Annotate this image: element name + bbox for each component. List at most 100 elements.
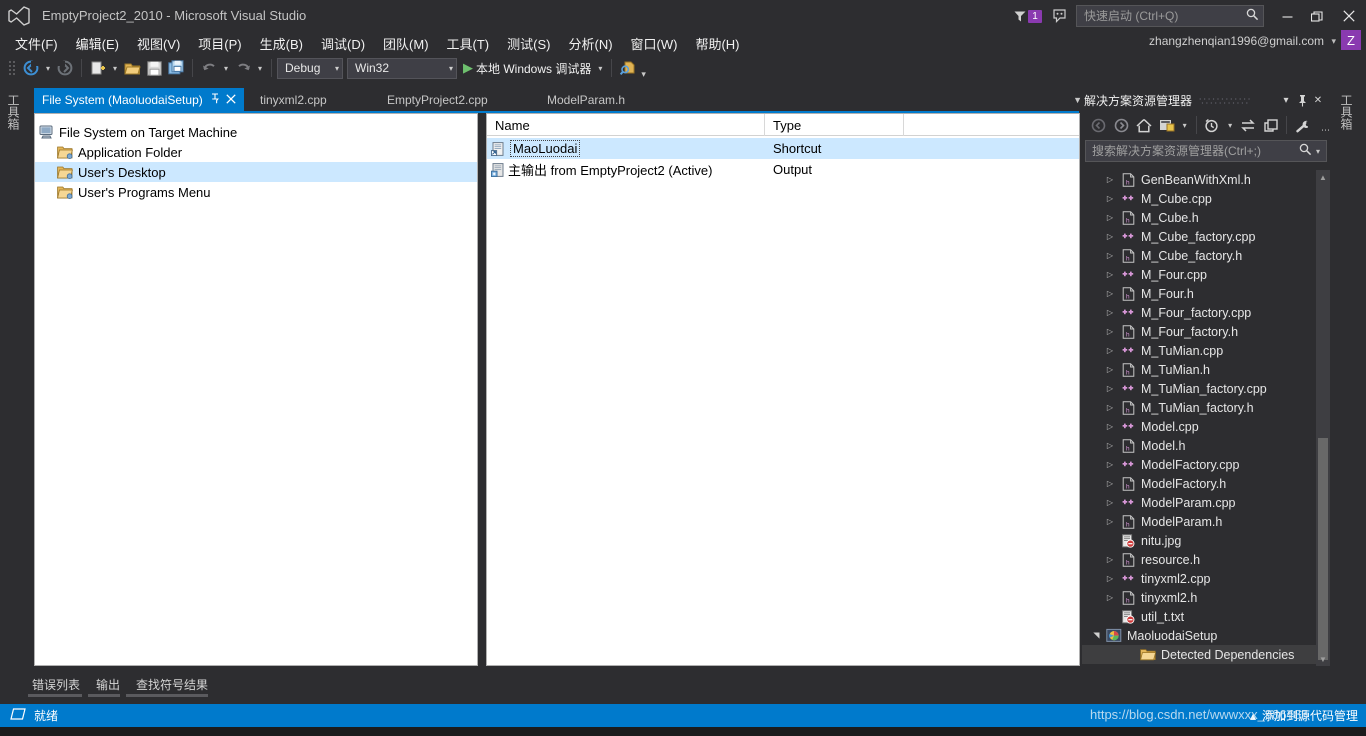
solution-explorer-item[interactable]: ▷ h tinyxml2.h [1082, 588, 1316, 607]
toolbar-grip[interactable] [8, 60, 17, 76]
panel-close-icon[interactable]: ✕ [1310, 91, 1326, 109]
toolbox-side-tab-right[interactable]: 工具箱 [1337, 90, 1356, 134]
solution-explorer-item[interactable]: ◢ MaoluodaiSetup [1082, 626, 1316, 645]
menu-item-8[interactable]: 工具(T) [438, 32, 499, 55]
document-tab-2[interactable]: tinyxml2.cpp [252, 88, 335, 112]
menu-item-10[interactable]: 分析(N) [559, 32, 621, 55]
save-icon[interactable] [143, 57, 165, 79]
chevron-right-icon[interactable]: ▷ [1102, 593, 1118, 602]
search-options-caret-icon[interactable]: ▾ [1312, 140, 1324, 162]
navigate-forward-icon[interactable] [54, 57, 76, 79]
solution-explorer-item[interactable]: ▷ M_Cube_factory.cpp [1082, 227, 1316, 246]
solution-explorer-item[interactable]: ▷ M_TuMian.cpp [1082, 341, 1316, 360]
chevron-right-icon[interactable]: ▷ [1102, 289, 1118, 298]
solution-explorer-item[interactable]: ▷ h M_Four.h [1082, 284, 1316, 303]
chevron-down-icon[interactable]: ▾ [441, 64, 453, 73]
menu-item-4[interactable]: 项目(P) [189, 32, 250, 55]
start-debugging-label[interactable]: 本地 Windows 调试器 [476, 60, 594, 77]
chevron-right-icon[interactable]: ▷ [1102, 460, 1118, 469]
panel-pin-icon[interactable] [1294, 91, 1310, 109]
chevron-right-icon[interactable]: ▷ [1102, 422, 1118, 431]
document-tab-1[interactable]: File System (MaoluodaiSetup) [34, 88, 244, 112]
start-debugging-dropdown[interactable]: ▾ [594, 57, 606, 79]
pending-changes-icon[interactable] [1202, 115, 1224, 135]
solution-explorer-item[interactable]: ▷ h GenBeanWithXml.h [1082, 170, 1316, 189]
scrollbar-thumb[interactable] [1318, 438, 1328, 660]
quick-launch-input[interactable] [1084, 9, 1246, 23]
chevron-right-icon[interactable]: ▷ [1102, 308, 1118, 317]
avatar[interactable]: Z [1341, 30, 1361, 50]
quick-launch-box[interactable] [1076, 5, 1264, 27]
chevron-right-icon[interactable]: ▷ [1102, 365, 1118, 374]
document-tab-4[interactable]: ModelParam.h [539, 88, 633, 112]
wrench-properties-icon[interactable] [1292, 115, 1314, 135]
chevron-right-icon[interactable]: ▷ [1102, 403, 1118, 412]
scroll-up-arrow-icon[interactable]: ▲ [1316, 170, 1330, 184]
file-system-tree-item[interactable]: User's Desktop [35, 162, 477, 182]
file-list-row[interactable]: MaoLuodai Shortcut [487, 138, 1079, 159]
navigate-back-dropdown[interactable]: ▾ [42, 57, 54, 79]
undo-dropdown[interactable]: ▾ [220, 57, 232, 79]
new-project-dropdown[interactable]: ▾ [109, 57, 121, 79]
properties-window-icon[interactable] [1156, 115, 1178, 135]
toolbar-overflow-icon[interactable]: ▾ [641, 69, 646, 82]
menu-item-7[interactable]: 团队(M) [374, 32, 438, 55]
chevron-right-icon[interactable]: ▷ [1102, 327, 1118, 336]
chevron-right-icon[interactable]: ▷ [1102, 346, 1118, 355]
solution-explorer-item[interactable]: ▷ h M_Cube_factory.h [1082, 246, 1316, 265]
solution-configuration-combo[interactable]: Debug ▾ [277, 57, 343, 79]
file-system-tree-item[interactable]: User's Programs Menu [35, 182, 477, 202]
tab-pin-icon[interactable] [210, 93, 220, 107]
chevron-right-icon[interactable]: ▷ [1102, 479, 1118, 488]
play-icon[interactable]: ▶ [461, 60, 476, 76]
solution-explorer-item[interactable]: ▷ ModelFactory.cpp [1082, 455, 1316, 474]
solution-explorer-item[interactable]: util_t.txt [1082, 607, 1316, 626]
solution-explorer-item[interactable]: ▷ M_TuMian_factory.cpp [1082, 379, 1316, 398]
back-icon[interactable] [1088, 115, 1110, 135]
bottom-tab-3[interactable]: 查找符号结果 [128, 676, 216, 696]
minimize-button[interactable] [1272, 0, 1302, 32]
solution-explorer-item[interactable]: ▷ h M_Four_factory.h [1082, 322, 1316, 341]
chevron-right-icon[interactable]: ▷ [1102, 498, 1118, 507]
solution-explorer-item[interactable]: ▷ h resource.h [1082, 550, 1316, 569]
file-system-tree-item[interactable]: File System on Target Machine [35, 122, 477, 142]
open-file-icon[interactable] [121, 57, 143, 79]
chevron-down-icon[interactable]: ▾ [327, 64, 339, 73]
menu-item-6[interactable]: 调试(D) [312, 32, 374, 55]
panel-menu-chevron-down-icon[interactable]: ▾ [1278, 91, 1294, 109]
menu-item-9[interactable]: 测试(S) [498, 32, 559, 55]
chevron-right-icon[interactable]: ▷ [1102, 194, 1118, 203]
chevron-right-icon[interactable]: ▷ [1102, 232, 1118, 241]
chevron-right-icon[interactable]: ▷ [1102, 384, 1118, 393]
account-caret-icon[interactable]: ▾ [1331, 36, 1336, 47]
solution-explorer-item[interactable]: ▷ M_Cube.cpp [1082, 189, 1316, 208]
solution-explorer-item[interactable]: Detected Dependencies [1082, 645, 1316, 664]
chevron-right-icon[interactable]: ▷ [1102, 555, 1118, 564]
restore-button[interactable] [1302, 0, 1332, 32]
find-in-files-icon[interactable] [617, 57, 639, 79]
feedback-smiley-icon[interactable] [1046, 3, 1076, 29]
solution-explorer-search-box[interactable]: ▾ [1085, 140, 1327, 162]
redo-icon[interactable] [232, 57, 254, 79]
tab-close-icon[interactable] [226, 93, 236, 107]
new-project-icon[interactable] [87, 57, 109, 79]
solution-explorer-item[interactable]: ▷ h ModelParam.h [1082, 512, 1316, 531]
home-icon[interactable] [1133, 115, 1155, 135]
chevron-right-icon[interactable]: ▷ [1102, 175, 1118, 184]
menu-item-1[interactable]: 文件(F) [6, 32, 67, 55]
solution-explorer-item[interactable]: ▷ h M_TuMian_factory.h [1082, 398, 1316, 417]
solution-explorer-item[interactable]: ▷ M_Four.cpp [1082, 265, 1316, 284]
solution-explorer-item[interactable]: ▷ h Model.h [1082, 436, 1316, 455]
solution-explorer-item[interactable]: ▷ h M_Cube.h [1082, 208, 1316, 227]
pending-changes-dropdown-icon[interactable]: ▾ [1224, 114, 1236, 136]
chevron-expanded-icon[interactable]: ◢ [1092, 628, 1101, 644]
chevron-right-icon[interactable]: ▷ [1102, 441, 1118, 450]
close-button[interactable] [1332, 0, 1366, 32]
menu-item-5[interactable]: 生成(B) [251, 32, 312, 55]
save-all-icon[interactable] [165, 57, 187, 79]
chevron-right-icon[interactable]: ▷ [1102, 270, 1118, 279]
solution-explorer-item[interactable]: ▷ M_Four_factory.cpp [1082, 303, 1316, 322]
solution-explorer-scrollbar[interactable]: ▲ ▼ [1316, 170, 1330, 666]
sync-with-active-document-icon[interactable] [1237, 115, 1259, 135]
chevron-right-icon[interactable]: ▷ [1102, 251, 1118, 260]
